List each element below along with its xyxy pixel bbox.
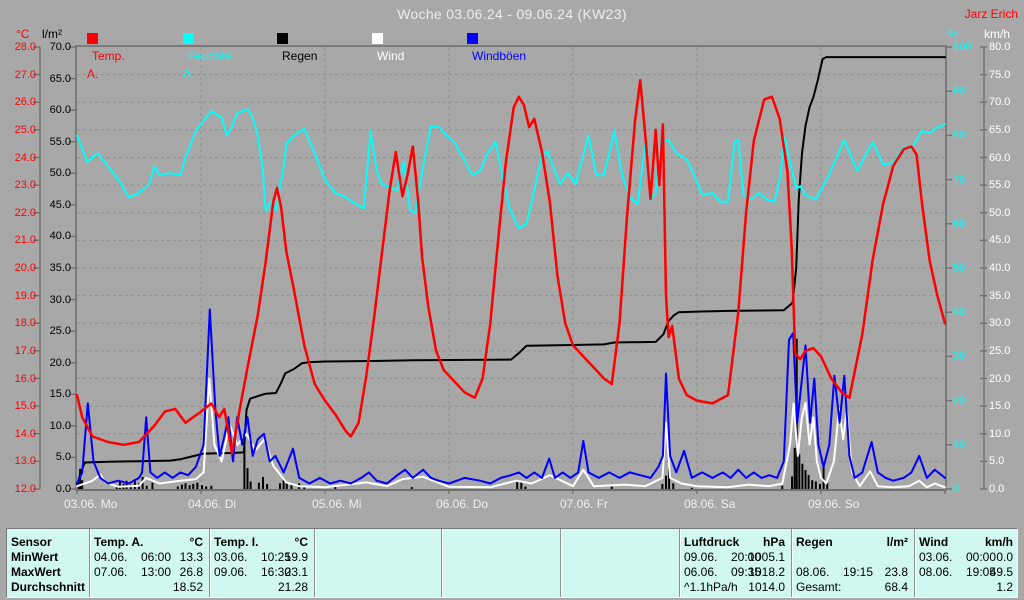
wind-avg-value: 1.2 <box>996 580 1013 594</box>
tick-label-humidity_pct: 20 <box>953 394 966 407</box>
tick-label-rain_lm2: 50.0 <box>49 167 71 180</box>
wind-axis-ticks: 80.0 75.0 70.0 65.0 60.0 55.0 50.0 45.0 40.0 35.0… <box>989 0 1024 530</box>
tick-label-wind_kmh: 45.0 <box>989 234 1011 247</box>
tick-label-rain_lm2: 0.0 <box>55 483 71 495</box>
tick-label-wind_kmh: 20.0 <box>989 372 1011 385</box>
tick-label-wind_kmh: 0.0 <box>989 483 1005 495</box>
tick-label-humidity_pct: 0 <box>953 483 960 495</box>
tick-label-rain_lm2: 15.0 <box>49 388 71 401</box>
tick-label-rain_lm2: 40.0 <box>49 230 71 243</box>
tick-label-rain_lm2: 60.0 <box>49 104 71 117</box>
tick-label-rain_lm2: 20.0 <box>49 356 71 369</box>
regen-avg-value: 68.4 <box>884 580 908 594</box>
tick-label-humidity_pct: 60 <box>953 217 966 230</box>
luftdruck-max-value: 1018.2 <box>748 565 785 579</box>
tick-label-humidity_pct: 10 <box>953 438 966 451</box>
x-axis-label: 05.06. Mi <box>312 497 362 511</box>
series-windb-en <box>76 308 946 485</box>
tick-label-rain_lm2: 45.0 <box>49 198 71 211</box>
x-axis-label: 06.06. Do <box>436 497 489 511</box>
rain-axis-ticks: 70.0 65.0 60.0 55.0 50.0 45.0 40.0 35.0 30.0 25.0… <box>0 0 71 530</box>
tick-label-humidity_pct: 70 <box>953 173 966 186</box>
tick-label-wind_kmh: 35.0 <box>989 289 1011 302</box>
wind-min-value: 0.0 <box>996 550 1013 564</box>
tick-label-rain_lm2: 65.0 <box>49 72 71 85</box>
luftdruck-avg-value: 1014.0 <box>748 580 785 594</box>
regen-max-value: 23.8 <box>884 565 908 579</box>
col-unit-temp-i: °C <box>294 535 308 549</box>
col-unit-wind: km/h <box>984 535 1013 549</box>
tick-label-wind_kmh: 50.0 <box>989 206 1011 219</box>
table-divider <box>314 529 316 597</box>
tick-label-wind_kmh: 40.0 <box>989 262 1011 274</box>
tick-label-wind_kmh: 10.0 <box>989 427 1011 440</box>
tick-label-rain_lm2: 35.0 <box>49 262 71 274</box>
row-label-durchschnitt: Durchschnitt <box>11 580 86 594</box>
tick-label-wind_kmh: 30.0 <box>989 317 1011 330</box>
temp-a-avg-value: 18.52 <box>172 580 203 594</box>
tick-label-humidity_pct: 40 <box>953 306 966 319</box>
temp-i-max-value: 23.1 <box>284 565 308 579</box>
x-axis-label: 04.06. Di <box>188 497 237 511</box>
humidity-axis-ticks: 100 90 80 70 60 50 40 30 20 10 0 <box>953 0 983 530</box>
luftdruck-min-value: 1005.1 <box>748 550 785 564</box>
tick-label-wind_kmh: 70.0 <box>989 96 1011 109</box>
tick-label-wind_kmh: 65.0 <box>989 123 1011 136</box>
temp-i-avg-value: 21.28 <box>277 580 308 594</box>
wind-max-value: 49.5 <box>989 565 1013 579</box>
tick-label-wind_kmh: 5.0 <box>989 455 1005 468</box>
tick-label-rain_lm2: 70.0 <box>49 41 71 53</box>
tick-label-humidity_pct: 90 <box>953 85 966 98</box>
tick-label-wind_kmh: 60.0 <box>989 151 1011 164</box>
table-divider <box>560 529 562 597</box>
temp-a-min-value: 13.3 <box>179 550 203 564</box>
tick-label-wind_kmh: 15.0 <box>989 400 1011 413</box>
row-label-maxwert: MaxWert <box>11 565 61 579</box>
temp-i-min-value: 19.9 <box>284 550 308 564</box>
tick-label-rain_lm2: 55.0 <box>49 135 71 148</box>
tick-label-humidity_pct: 50 <box>953 262 966 274</box>
row-label-sensor: Sensor <box>11 535 52 549</box>
tick-label-rain_lm2: 30.0 <box>49 293 71 306</box>
tick-label-wind_kmh: 80.0 <box>989 41 1011 53</box>
x-axis-label: 09.06. So <box>808 497 860 511</box>
col-unit-regen: l/m² <box>886 535 908 549</box>
table-divider <box>441 529 443 597</box>
tick-label-rain_lm2: 25.0 <box>49 325 71 338</box>
tick-label-wind_kmh: 25.0 <box>989 344 1011 357</box>
tick-label-wind_kmh: 55.0 <box>989 179 1011 192</box>
col-unit-temp-a: °C <box>189 535 203 549</box>
temp-a-max-value: 26.8 <box>179 565 203 579</box>
col-unit-luftdruck: hPa <box>762 535 785 549</box>
weather-chart <box>33 45 987 494</box>
tick-label-wind_kmh: 75.0 <box>989 68 1011 81</box>
row-label-minwert: MinWert <box>11 550 59 564</box>
x-axis-label: 08.06. Sa <box>684 497 736 511</box>
tick-label-humidity_pct: 30 <box>953 350 966 363</box>
stats-table: Sensor MinWert MaxWert Durchschnitt Temp. A.… <box>6 528 1018 598</box>
tick-label-rain_lm2: 10.0 <box>49 419 71 432</box>
tick-label-humidity_pct: 100 <box>953 41 972 53</box>
x-axis-label: 07.06. Fr <box>560 497 609 511</box>
x-axis-label: 03.06. Mo <box>64 497 118 511</box>
tick-label-rain_lm2: 5.0 <box>55 451 71 464</box>
tick-label-humidity_pct: 80 <box>953 129 966 142</box>
